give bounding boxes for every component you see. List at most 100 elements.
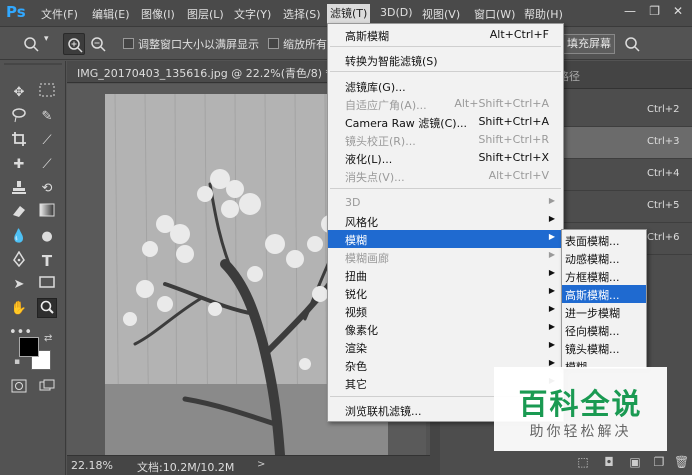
screen-mode-button[interactable] xyxy=(37,379,57,399)
menu-item-shortcut: Alt+Ctrl+V xyxy=(488,169,549,182)
submenu-item-motion-blur[interactable]: 动感模糊... xyxy=(562,249,646,267)
pen-tool[interactable] xyxy=(9,250,29,271)
dodge-tool[interactable]: ● xyxy=(37,227,57,247)
new-channel-icon[interactable]: ❐ xyxy=(652,455,666,469)
zoom-all-option[interactable]: 缩放所有 xyxy=(268,36,327,52)
gradient-tool[interactable] xyxy=(37,203,57,223)
quick-mask-button[interactable] xyxy=(9,379,29,399)
mask-icon[interactable]: ▣ xyxy=(628,455,642,469)
zoom-in-icon xyxy=(68,38,83,53)
history-brush-tool[interactable]: ⟲ xyxy=(37,179,57,199)
move-tool[interactable]: ✥ xyxy=(9,83,29,103)
channel-shortcut: Ctrl+5 xyxy=(647,200,680,211)
submenu-item-box-blur[interactable]: 方框模糊... xyxy=(562,267,646,285)
zoom-all-checkbox[interactable] xyxy=(268,38,279,49)
menu-image[interactable]: 图像(I) xyxy=(141,6,175,22)
restore-button[interactable]: ❐ xyxy=(649,4,660,18)
submenu-arrow-icon: ▶ xyxy=(548,322,555,331)
submenu-item-blur-more[interactable]: 进一步模糊 xyxy=(562,303,646,321)
menu-help[interactable]: 帮助(H) xyxy=(524,6,563,22)
menu-item-3d[interactable]: 3D ▶ xyxy=(328,194,563,212)
chevron-down-icon[interactable]: ▾ xyxy=(44,34,49,44)
eraser-tool[interactable] xyxy=(9,203,29,223)
menu-item-render[interactable]: 渲染 ▶ xyxy=(328,338,563,356)
eyedropper-tool[interactable]: ⟋ xyxy=(37,131,57,151)
trash-icon[interactable]: 🗑 xyxy=(674,455,689,469)
close-button[interactable]: ✕ xyxy=(673,4,683,18)
menu-item-label: 镜头校正(R)... xyxy=(345,135,416,148)
submenu-item-label: 表面模糊... xyxy=(565,235,620,248)
rectangle-icon xyxy=(39,276,55,288)
menu-item-video[interactable]: 视频 ▶ xyxy=(328,302,563,320)
menu-item-stylize[interactable]: 风格化 ▶ xyxy=(328,212,563,230)
menu-type[interactable]: 文字(Y) xyxy=(234,6,271,22)
rectangle-tool[interactable] xyxy=(37,275,57,295)
menu-item-label: 其它 xyxy=(345,378,367,391)
menu-view[interactable]: 视图(V) xyxy=(422,6,460,22)
default-colors-icon[interactable]: ▪ xyxy=(14,357,20,367)
menu-select[interactable]: 选择(S) xyxy=(283,6,321,22)
chevron-right-icon[interactable]: > xyxy=(257,459,265,470)
blur-tool[interactable]: 💧 xyxy=(9,227,29,247)
path-selection-tool[interactable]: ➤ xyxy=(9,275,29,295)
zoom-out-button[interactable] xyxy=(87,33,109,55)
brush-tool[interactable]: ⟋ xyxy=(37,155,57,175)
submenu-item-label: 镜头模糊... xyxy=(565,343,620,356)
eraser-icon xyxy=(13,206,25,217)
menu-item-blur-gallery[interactable]: 模糊画廊 ▶ xyxy=(328,248,563,266)
zoom-in-button[interactable] xyxy=(63,33,85,55)
submenu-item-lens-blur[interactable]: 镜头模糊... xyxy=(562,339,646,357)
fill-screen-button[interactable]: 填充屏幕 xyxy=(563,34,615,54)
submenu-item-radial-blur[interactable]: 径向模糊... xyxy=(562,321,646,339)
menu-window[interactable]: 窗口(W) xyxy=(474,6,515,22)
menu-item-label: 浏览联机滤镜... xyxy=(345,405,422,418)
menu-item-camera-raw[interactable]: Camera Raw 滤镜(C)... Shift+Ctrl+A xyxy=(328,113,563,131)
search-button[interactable] xyxy=(621,34,643,54)
lasso-tool[interactable] xyxy=(9,107,29,127)
watermark-subtitle: 助你轻松解决 xyxy=(529,424,632,440)
clone-stamp-tool[interactable] xyxy=(9,179,29,199)
stamp-icon xyxy=(12,181,26,194)
minimize-button[interactable]: — xyxy=(624,4,636,18)
zoom-level[interactable]: 22.18% xyxy=(71,459,113,472)
zoom-tool-preset[interactable] xyxy=(20,33,42,55)
submenu-item-gaussian-blur[interactable]: 高斯模糊... xyxy=(562,285,646,303)
resize-window-checkbox[interactable] xyxy=(123,38,134,49)
crop-tool[interactable] xyxy=(9,131,29,151)
marquee-tool[interactable] xyxy=(37,83,57,103)
hand-tool[interactable]: ✋ xyxy=(9,299,29,319)
menu-item-label: 锐化 xyxy=(345,288,367,301)
menu-item-label: 滤镜库(G)... xyxy=(345,81,406,94)
menu-item-sharpen[interactable]: 锐化 ▶ xyxy=(328,284,563,302)
menu-filter[interactable]: 滤镜(T) xyxy=(327,4,371,23)
menu-layer[interactable]: 图层(L) xyxy=(187,6,224,22)
channel-shortcut: Ctrl+2 xyxy=(647,104,680,115)
menu-3d[interactable]: 3D(D) xyxy=(380,6,413,19)
menu-item-lens-correction[interactable]: 镜头校正(R)... Shift+Ctrl+R xyxy=(328,131,563,149)
menu-item-adaptive-wide-angle[interactable]: 自适应广角(A)... Alt+Shift+Ctrl+A xyxy=(328,95,563,113)
menu-item-vanishing-point[interactable]: 消失点(V)... Alt+Ctrl+V xyxy=(328,167,563,185)
resize-window-option[interactable]: 调整窗口大小以满屏显示 xyxy=(123,36,259,52)
menu-item-convert-smart-filter[interactable]: 转换为智能滤镜(S) xyxy=(328,51,563,69)
channel-shortcut: Ctrl+6 xyxy=(647,232,680,243)
healing-brush-tool[interactable]: ✚ xyxy=(9,155,29,175)
menu-item-liquify[interactable]: 液化(L)... Shift+Ctrl+X xyxy=(328,149,563,167)
menu-item-filter-gallery[interactable]: 滤镜库(G)... xyxy=(328,77,563,95)
menu-item-pixelate[interactable]: 像素化 ▶ xyxy=(328,320,563,338)
zoom-tool[interactable] xyxy=(37,298,57,318)
menu-item-distort[interactable]: 扭曲 ▶ xyxy=(328,266,563,284)
menu-item-gaussian-blur-last[interactable]: 高斯模糊 Alt+Ctrl+F xyxy=(328,26,563,44)
submenu-item-surface-blur[interactable]: 表面模糊... xyxy=(562,231,646,249)
save-selection-icon[interactable]: ◘ xyxy=(602,455,616,469)
menu-file[interactable]: 文件(F) xyxy=(41,6,78,22)
submenu-arrow-icon: ▶ xyxy=(548,286,555,295)
menu-separator xyxy=(330,46,561,47)
load-selection-icon[interactable]: ⬚ xyxy=(576,455,590,469)
swap-colors-icon[interactable]: ⇄ xyxy=(44,333,52,344)
status-bar: 22.18% 文档:10.2M/10.2M > xyxy=(67,455,447,475)
menu-edit[interactable]: 编辑(E) xyxy=(92,6,130,22)
menu-item-blur[interactable]: 模糊 ▶ xyxy=(328,230,563,248)
gradient-icon xyxy=(39,203,55,217)
type-tool[interactable]: T xyxy=(37,251,57,271)
quick-select-tool[interactable]: ✎ xyxy=(37,107,57,127)
